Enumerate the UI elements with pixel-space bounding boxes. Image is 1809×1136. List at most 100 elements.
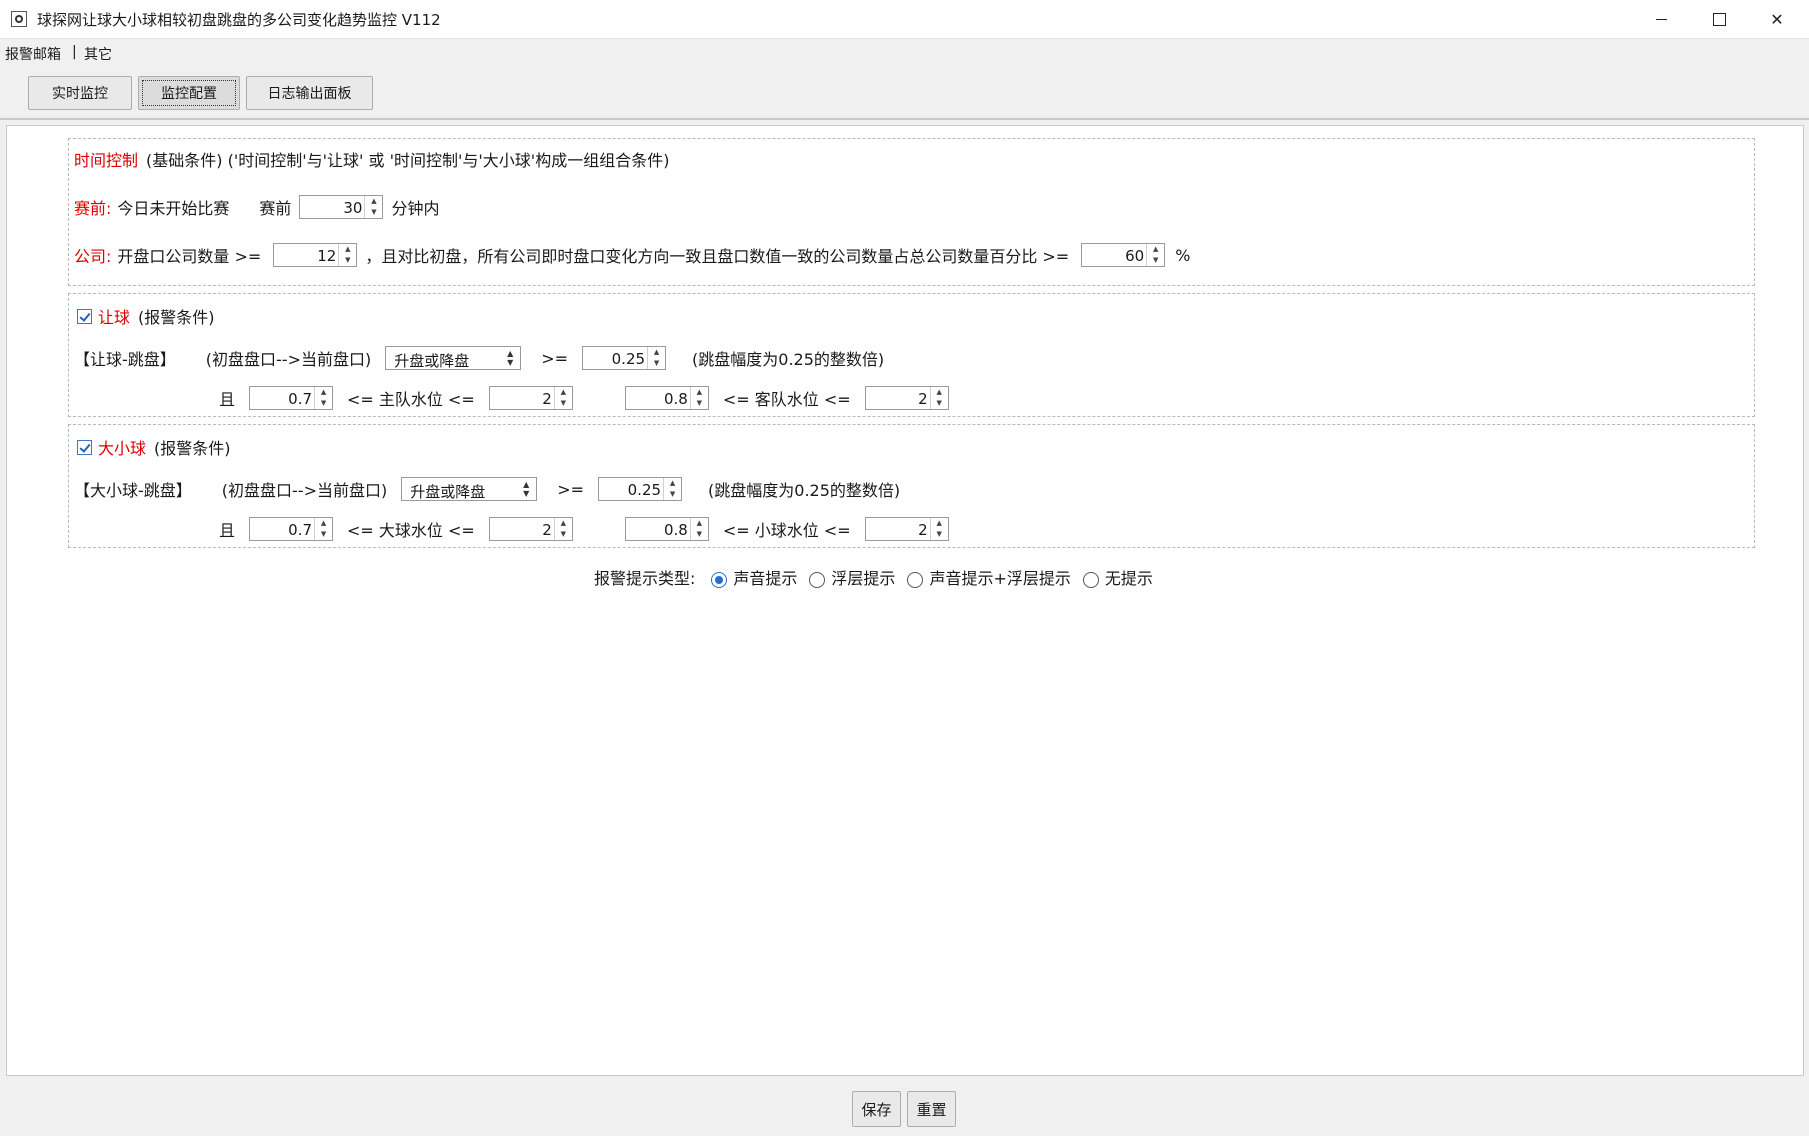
tab-config[interactable]: 监控配置 bbox=[138, 76, 240, 110]
spin-down-icon[interactable]: ▼ bbox=[1147, 255, 1164, 266]
spin-up-icon[interactable]: ▲ bbox=[315, 518, 332, 529]
spin-down-icon[interactable]: ▼ bbox=[664, 489, 681, 500]
spin-down-icon[interactable]: ▼ bbox=[315, 398, 332, 409]
select-arrow-icon: ▲ ▼ bbox=[523, 480, 530, 498]
radio-icon[interactable] bbox=[907, 571, 924, 588]
spin-up-icon[interactable]: ▲ bbox=[691, 387, 708, 398]
tab-realtime[interactable]: 实时监控 bbox=[28, 76, 132, 110]
overunder-jump-label: 【大小球-跳盘】 bbox=[74, 481, 192, 500]
spin-down-icon[interactable]: ▼ bbox=[365, 207, 382, 218]
company-text: 开盘口公司数量 >= bbox=[117, 247, 262, 266]
alert-type-row: 报警提示类型: 声音提示 浮层提示 声音提示+浮层提示 无提示 bbox=[594, 565, 1153, 589]
over-max-stepper[interactable]: 2 ▲ ▼ bbox=[488, 517, 573, 541]
alert-option-label: 声音提示+浮层提示 bbox=[929, 569, 1071, 588]
handicap-cond: (报警条件) bbox=[138, 308, 215, 327]
radio-icon[interactable] bbox=[711, 571, 728, 588]
overunder-step-value: 0.25 bbox=[627, 481, 662, 499]
title-bar: 球探网让球大小球相较初盘跳盘的多公司变化趋势监控 V112 ✕ bbox=[0, 0, 1809, 39]
spin-up-icon[interactable]: ▲ bbox=[931, 387, 948, 398]
over-min-stepper[interactable]: 0.7 ▲ ▼ bbox=[249, 517, 334, 541]
reset-button[interactable]: 重置 bbox=[907, 1091, 956, 1127]
spin-down-icon[interactable]: ▼ bbox=[691, 529, 708, 540]
home-min-stepper[interactable]: 0.7 ▲ ▼ bbox=[249, 386, 334, 410]
menu-separator: | bbox=[72, 44, 77, 60]
spin-up-icon[interactable]: ▲ bbox=[555, 387, 572, 398]
away-min-stepper[interactable]: 0.8 ▲ ▼ bbox=[624, 386, 709, 410]
spin-up-icon[interactable]: ▲ bbox=[648, 347, 665, 358]
spin-down-icon[interactable]: ▼ bbox=[691, 398, 708, 409]
under-min-stepper[interactable]: 0.8 ▲ ▼ bbox=[624, 517, 709, 541]
home-max-stepper[interactable]: 2 ▲ ▼ bbox=[488, 386, 573, 410]
handicap-and: 且 bbox=[219, 390, 236, 409]
spin-up-icon[interactable]: ▲ bbox=[1147, 244, 1164, 255]
spin-up-icon[interactable]: ▲ bbox=[931, 518, 948, 529]
spin-down-icon[interactable]: ▼ bbox=[648, 358, 665, 369]
spin-down-icon[interactable]: ▼ bbox=[339, 255, 356, 266]
home-min-value: 0.7 bbox=[288, 390, 313, 408]
overunder-step-note: (跳盘幅度为0.25的整数倍) bbox=[708, 481, 901, 500]
time-control-group: 时间控制 (基础条件) ('时间控制'与'让球' 或 '时间控制'与'大小球'构… bbox=[68, 138, 1755, 286]
minutes-value: 30 bbox=[343, 199, 363, 217]
under-min-value: 0.8 bbox=[663, 521, 688, 539]
menu-other[interactable]: 其它 bbox=[84, 44, 112, 64]
overunder-direction-select[interactable]: 升盘或降盘 ▲ ▼ bbox=[401, 477, 538, 501]
alert-type-label: 报警提示类型: bbox=[594, 569, 696, 588]
time-control-title: 时间控制 bbox=[74, 151, 139, 170]
away-max-value: 2 bbox=[918, 390, 928, 408]
handicap-step-stepper[interactable]: 0.25 ▲ ▼ bbox=[582, 346, 667, 370]
spin-down-icon[interactable]: ▼ bbox=[931, 529, 948, 540]
tab-log[interactable]: 日志输出面板 bbox=[246, 76, 373, 110]
spin-up-icon[interactable]: ▲ bbox=[691, 518, 708, 529]
handicap-flow: (初盘盘口-->当前盘口) bbox=[205, 350, 372, 369]
minutes-unit: 分钟内 bbox=[391, 199, 440, 218]
over-max-value: 2 bbox=[542, 521, 552, 539]
handicap-direction-select[interactable]: 升盘或降盘 ▲ ▼ bbox=[385, 346, 522, 370]
pre-before-label: 赛前 bbox=[259, 199, 292, 218]
menu-alarm-mail[interactable]: 报警邮箱 bbox=[5, 44, 61, 64]
radio-icon[interactable] bbox=[1082, 571, 1099, 588]
spin-down-icon[interactable]: ▼ bbox=[931, 398, 948, 409]
home-label: <= 主队水位 <= bbox=[347, 390, 475, 409]
minimize-button[interactable] bbox=[1632, 0, 1690, 38]
radio-icon[interactable] bbox=[809, 571, 826, 588]
close-icon: ✕ bbox=[1770, 9, 1784, 29]
overunder-and: 且 bbox=[219, 521, 236, 540]
under-max-value: 2 bbox=[918, 521, 928, 539]
time-control-desc: (基础条件) ('时间控制'与'让球' 或 '时间控制'与'大小球'构成一组组合… bbox=[146, 151, 670, 170]
alert-option-overlay[interactable]: 浮层提示 bbox=[809, 565, 895, 589]
config-panel: 时间控制 (基础条件) ('时间控制'与'让球' 或 '时间控制'与'大小球'构… bbox=[6, 125, 1804, 1076]
spin-up-icon[interactable]: ▲ bbox=[555, 518, 572, 529]
alert-option-none[interactable]: 无提示 bbox=[1082, 565, 1153, 589]
minutes-stepper[interactable]: 30 ▲ ▼ bbox=[299, 195, 384, 219]
company-count-value: 12 bbox=[317, 247, 337, 265]
pre-text: 今日未开始比赛 bbox=[117, 199, 230, 218]
percent-stepper[interactable]: 60 ▲ ▼ bbox=[1081, 243, 1166, 267]
spin-up-icon[interactable]: ▲ bbox=[365, 196, 382, 207]
alert-option-sound-overlay[interactable]: 声音提示+浮层提示 bbox=[907, 565, 1071, 589]
alert-option-label: 声音提示 bbox=[733, 569, 798, 588]
spin-down-icon[interactable]: ▼ bbox=[315, 529, 332, 540]
save-button[interactable]: 保存 bbox=[852, 1091, 901, 1127]
spin-down-icon[interactable]: ▼ bbox=[555, 398, 572, 409]
under-max-stepper[interactable]: 2 ▲ ▼ bbox=[864, 517, 949, 541]
spin-up-icon[interactable]: ▲ bbox=[664, 478, 681, 489]
alert-option-sound[interactable]: 声音提示 bbox=[711, 565, 797, 589]
overunder-step-stepper[interactable]: 0.25 ▲ ▼ bbox=[598, 477, 683, 501]
spin-up-icon[interactable]: ▲ bbox=[315, 387, 332, 398]
window-title: 球探网让球大小球相较初盘跳盘的多公司变化趋势监控 V112 bbox=[37, 11, 441, 29]
handicap-title: 让球 bbox=[98, 308, 131, 327]
handicap-direction-value: 升盘或降盘 bbox=[394, 352, 470, 370]
spin-up-icon[interactable]: ▲ bbox=[339, 244, 356, 255]
company-count-stepper[interactable]: 12 ▲ ▼ bbox=[273, 243, 358, 267]
close-button[interactable]: ✕ bbox=[1748, 0, 1806, 38]
away-max-stepper[interactable]: 2 ▲ ▼ bbox=[864, 386, 949, 410]
handicap-step-value: 0.25 bbox=[611, 350, 646, 368]
handicap-checkbox[interactable] bbox=[77, 308, 92, 324]
maximize-button[interactable] bbox=[1690, 0, 1748, 38]
select-arrow-icon: ▲ ▼ bbox=[507, 349, 514, 367]
tab-strip: 实时监控 监控配置 日志输出面板 bbox=[0, 68, 1809, 120]
company-label: 公司: bbox=[74, 247, 112, 266]
under-label: <= 小球水位 <= bbox=[722, 521, 851, 540]
overunder-checkbox[interactable] bbox=[77, 439, 92, 455]
spin-down-icon[interactable]: ▼ bbox=[555, 529, 572, 540]
